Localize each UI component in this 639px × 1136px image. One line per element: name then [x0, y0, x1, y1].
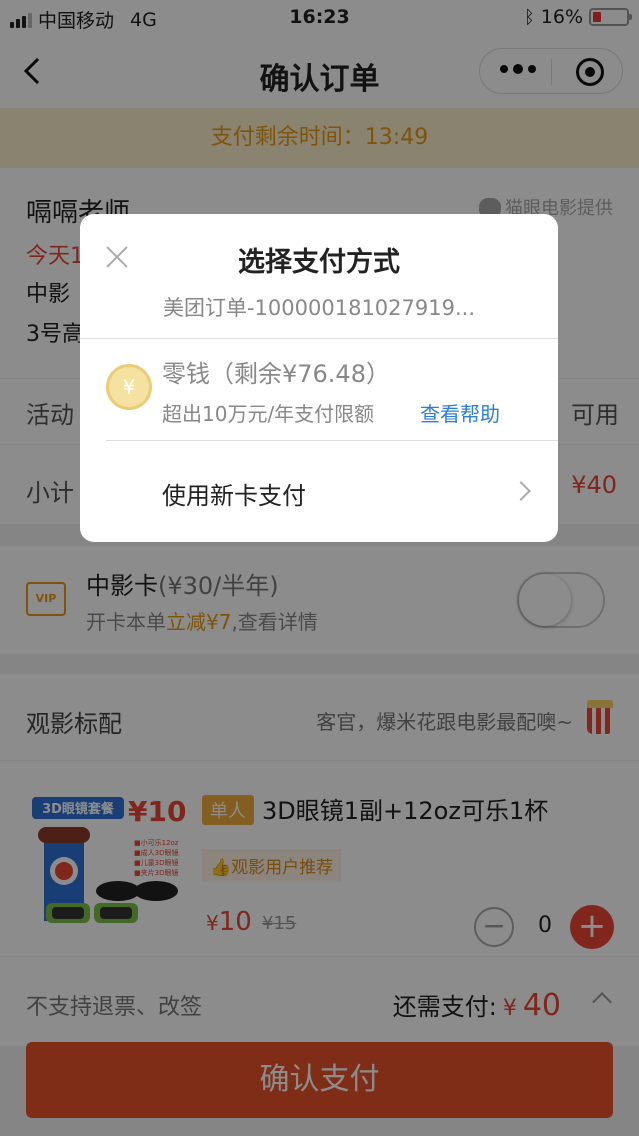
view-help-link[interactable]: 查看帮助 [420, 398, 500, 427]
new-card-option[interactable]: 使用新卡支付 [162, 476, 306, 511]
wallet-coin-icon: ¥ [106, 364, 152, 410]
chevron-right-icon[interactable] [511, 481, 531, 501]
order-number: 美团订单-100000181027919... [162, 296, 476, 320]
divider [80, 338, 558, 339]
divider [106, 440, 558, 441]
modal-overlay[interactable] [0, 0, 639, 1136]
wallet-limit-text: 超出10万元/年支付限额 [162, 402, 375, 426]
dialog-title: 选择支付方式 [238, 247, 400, 278]
wallet-option: 零钱（剩余¥76.48） [162, 360, 390, 388]
payment-method-dialog: 选择支付方式 美团订单-100000181027919... ¥ 零钱（剩余¥7… [80, 214, 558, 542]
